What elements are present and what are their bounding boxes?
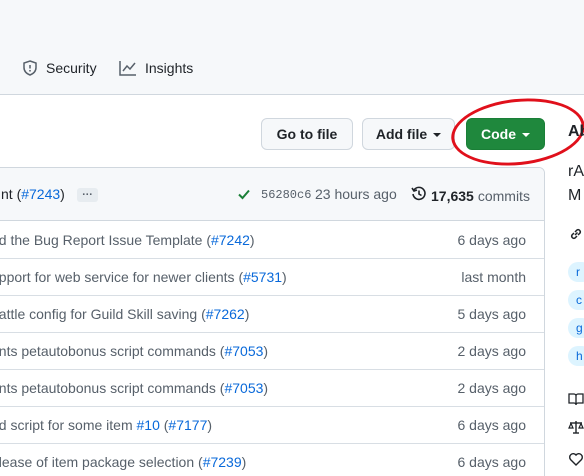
commit-count: 17,635 bbox=[431, 187, 474, 204]
row-age: 5 days ago bbox=[457, 306, 527, 322]
file-list: nt (#7243) … 56280c6 23 hours ago 17,635… bbox=[0, 167, 545, 476]
commit-pr-link[interactable]: #7243 bbox=[21, 186, 60, 202]
tab-security[interactable]: Security bbox=[22, 60, 97, 76]
row-message-suffix: ) bbox=[263, 380, 269, 396]
row-age: 2 days ago bbox=[457, 380, 527, 396]
red-annotation-circle bbox=[447, 92, 584, 172]
row-message-suffix: ) bbox=[263, 343, 269, 359]
row-pr-link[interactable]: #7053 bbox=[224, 380, 263, 396]
table-row[interactable]: elease of item package selection (#7239)… bbox=[0, 444, 544, 476]
row-message-suffix: ) bbox=[249, 232, 255, 248]
expand-message-button[interactable]: … bbox=[76, 187, 98, 203]
topic-tag[interactable]: r bbox=[568, 262, 584, 282]
add-file-label: Add file bbox=[375, 126, 428, 142]
row-message-text: elease of item package selection ( bbox=[0, 454, 203, 470]
row-message-suffix: ) bbox=[282, 269, 287, 285]
table-row[interactable]: ents petautobonus script commands (#7053… bbox=[0, 333, 544, 370]
row-pr-link[interactable]: #7242 bbox=[211, 232, 250, 248]
go-to-file-button[interactable]: Go to file bbox=[261, 118, 353, 150]
row-message-text: ed script for some item bbox=[0, 417, 137, 433]
shield-icon bbox=[22, 60, 38, 76]
commit-message-suffix: ) bbox=[60, 186, 65, 202]
row-pr-link[interactable]: #7262 bbox=[206, 306, 245, 322]
row-issue-link[interactable]: #10 bbox=[137, 417, 160, 433]
about-desc-line: rA bbox=[568, 163, 584, 180]
row-commit-message: ed script for some item #10 (#7177) bbox=[0, 417, 212, 433]
table-row[interactable]: upport for web service for newer clients… bbox=[0, 259, 544, 296]
tab-insights-label: Insights bbox=[145, 60, 194, 76]
row-message-text: ents petautobonus script commands ( bbox=[0, 343, 225, 359]
check-icon[interactable] bbox=[237, 187, 251, 204]
about-description: rA M bbox=[568, 160, 584, 208]
row-age: last month bbox=[461, 269, 526, 285]
topic-tag[interactable]: g bbox=[568, 318, 584, 338]
graph-icon bbox=[119, 60, 137, 76]
about-sidebar: Ab rA M r c g h bbox=[568, 0, 584, 476]
book-icon[interactable] bbox=[568, 391, 584, 412]
latest-commit-bar: nt (#7243) … 56280c6 23 hours ago 17,635… bbox=[0, 168, 544, 221]
row-age: 6 days ago bbox=[457, 454, 527, 470]
heart-icon[interactable] bbox=[568, 451, 584, 472]
row-age: 6 days ago bbox=[457, 232, 527, 248]
topic-tag[interactable]: h bbox=[568, 346, 584, 366]
tab-insights[interactable]: Insights bbox=[119, 60, 193, 76]
commit-sha[interactable]: 56280c6 bbox=[261, 188, 311, 202]
about-heading: Ab bbox=[568, 123, 584, 140]
table-row[interactable]: ed script for some item #10 (#7177) 6 da… bbox=[0, 407, 544, 444]
chevron-down-icon bbox=[433, 133, 442, 137]
commit-age: 23 hours ago bbox=[315, 186, 397, 202]
row-commit-message: ents petautobonus script commands (#7053… bbox=[0, 343, 268, 359]
law-icon[interactable] bbox=[568, 419, 584, 440]
row-pr-link[interactable]: #5731 bbox=[243, 269, 282, 285]
row-pr-link[interactable]: #7053 bbox=[224, 343, 263, 359]
add-file-button[interactable]: Add file bbox=[362, 118, 455, 150]
commits-label: commits bbox=[477, 187, 530, 204]
row-age: 6 days ago bbox=[457, 417, 527, 433]
row-message-suffix: ) bbox=[241, 454, 247, 470]
table-row[interactable]: battle config for Guild Skill saving (#7… bbox=[0, 296, 544, 333]
row-message-suffix: ) bbox=[207, 417, 213, 433]
table-row[interactable]: ed the Bug Report Issue Template (#7242)… bbox=[0, 222, 544, 259]
row-message-text: ents petautobonus script commands ( bbox=[0, 380, 225, 396]
row-commit-message: upport for web service for newer clients… bbox=[0, 269, 287, 285]
row-message-text: ed the Bug Report Issue Template ( bbox=[0, 232, 211, 248]
row-pr-link[interactable]: #7177 bbox=[168, 417, 207, 433]
row-commit-message: elease of item package selection (#7239) bbox=[0, 454, 246, 470]
commit-message-text: nt ( bbox=[1, 186, 22, 202]
row-age: 2 days ago bbox=[457, 343, 527, 359]
commits-link[interactable]: 17,635 commits bbox=[411, 186, 530, 205]
table-row[interactable]: ents petautobonus script commands (#7053… bbox=[0, 370, 544, 407]
row-message-text: battle config for Guild Skill saving ( bbox=[0, 306, 206, 322]
row-pr-link[interactable]: #7239 bbox=[203, 454, 242, 470]
row-message-text: upport for web service for newer clients… bbox=[0, 269, 244, 285]
repo-nav-bar: Security Insights bbox=[0, 0, 584, 95]
topic-tag[interactable]: c bbox=[568, 290, 584, 310]
latest-commit-message[interactable]: nt (#7243) … bbox=[1, 186, 98, 203]
link-icon[interactable] bbox=[568, 226, 584, 247]
about-desc-line: M bbox=[568, 187, 582, 204]
row-commit-message: battle config for Guild Skill saving (#7… bbox=[0, 306, 249, 322]
history-icon bbox=[411, 186, 427, 205]
row-message-suffix: ) bbox=[244, 306, 250, 322]
row-commit-message: ents petautobonus script commands (#7053… bbox=[0, 380, 268, 396]
row-commit-message: ed the Bug Report Issue Template (#7242) bbox=[0, 232, 255, 248]
tab-security-label: Security bbox=[46, 60, 97, 76]
